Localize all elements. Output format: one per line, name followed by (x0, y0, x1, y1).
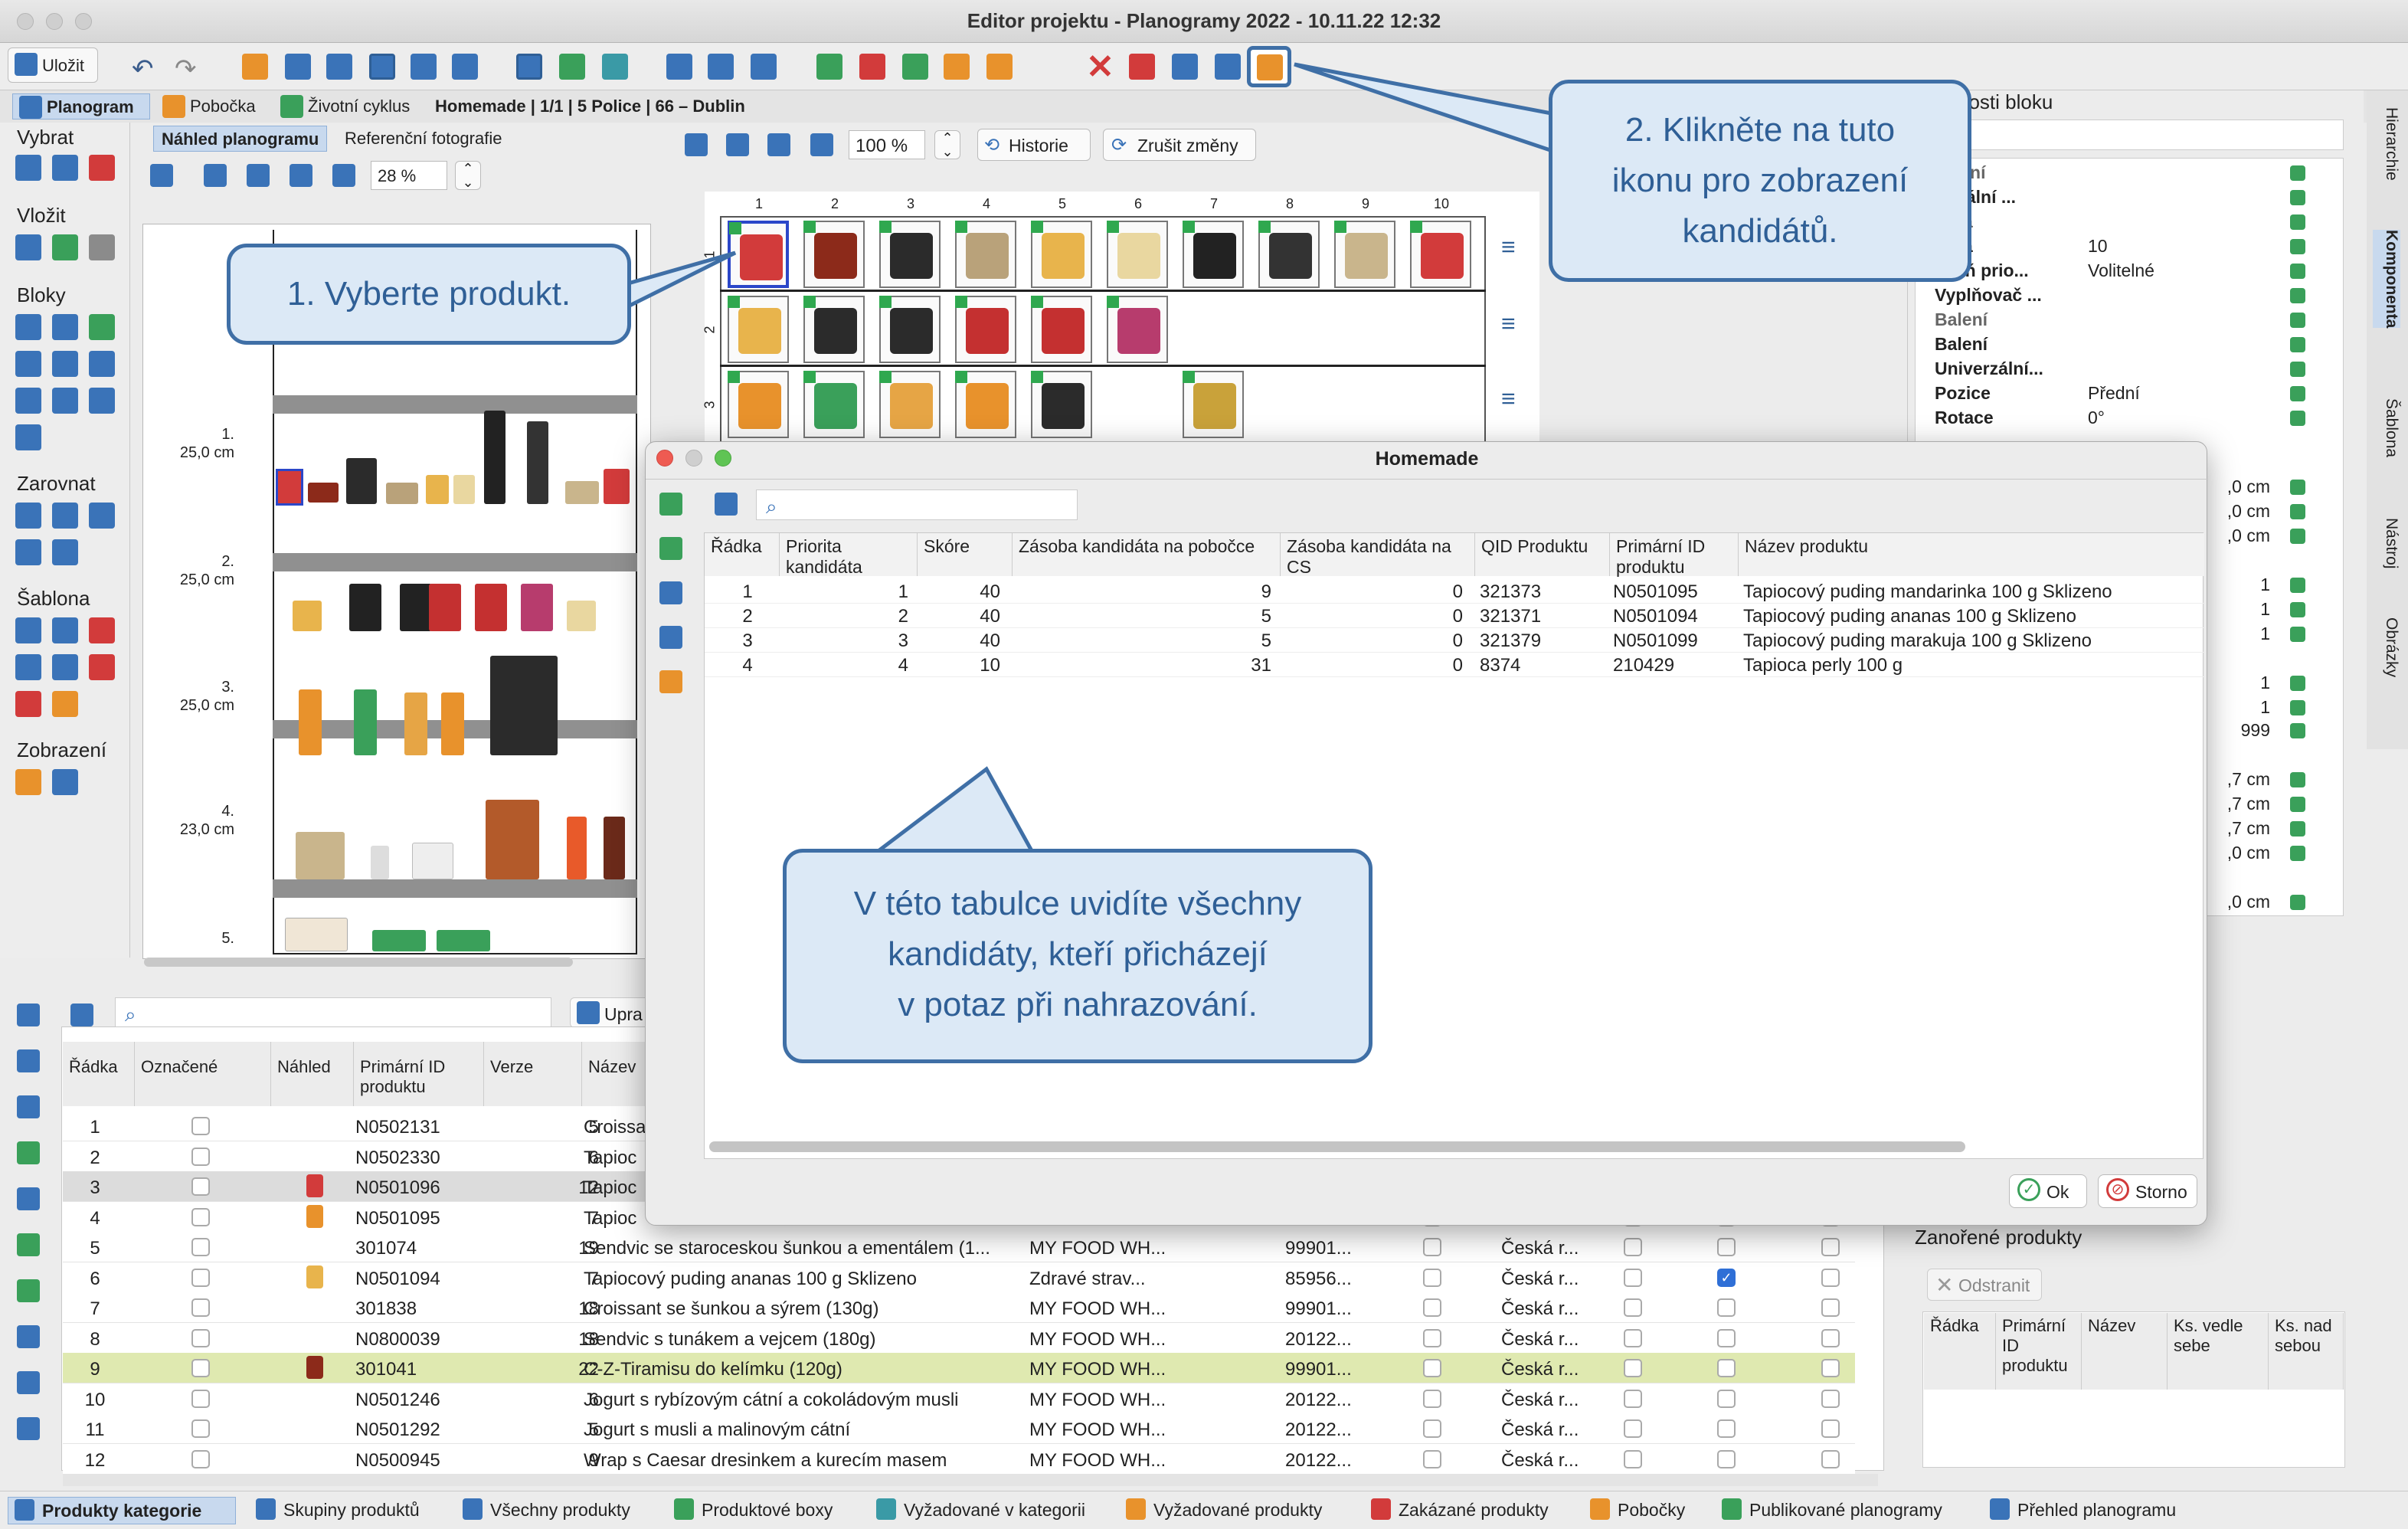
callout-candidates-table: V této tabulce uvidíte všechny kandidáty… (783, 849, 1372, 1063)
callout-pointers (626, 62, 1562, 857)
callout-3-pointer (867, 766, 1038, 857)
callout-line: V této tabulce uvidíte všechny (853, 885, 1302, 922)
callout-2-pointer (1294, 62, 1562, 156)
callout-line: v potaz při nahrazování. (898, 986, 1258, 1023)
callout-line: ikonu pro zobrazení (1611, 162, 1909, 199)
callout-select-product: 1. Vyberte produkt. (227, 244, 631, 345)
callout-line: 2. Klikněte na tuto (1624, 111, 1896, 149)
callout-line: kandidáty, kteří přicházejí (888, 935, 1268, 973)
callout-1-pointer (626, 250, 737, 310)
callout-line: kandidátů. (1682, 212, 1838, 250)
callout-click-icon: 2. Klikněte na tuto ikonu pro zobrazení … (1549, 80, 1971, 282)
